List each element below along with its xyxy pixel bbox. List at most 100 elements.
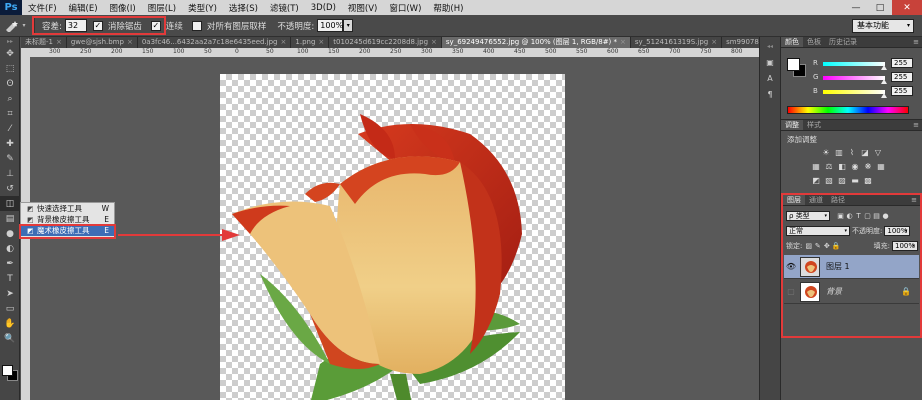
clone-stamp-icon[interactable]: ⊥ xyxy=(0,166,20,181)
shape-tool-icon[interactable]: ▭ xyxy=(0,301,20,316)
menu-select[interactable]: 选择(S) xyxy=(223,2,264,14)
gradient-tool-icon[interactable]: ▤ xyxy=(0,211,20,226)
workspace-select[interactable]: 基本功能 ▾ xyxy=(852,19,914,33)
tab-document[interactable]: 0a3fc46...6432aa2a7c18e6435eed.jpg × xyxy=(137,37,292,48)
move-tool-icon[interactable]: ✥ xyxy=(0,46,20,61)
history-brush-icon[interactable]: ↺ xyxy=(0,181,20,196)
close-tab-icon[interactable]: × xyxy=(127,38,133,46)
menu-edit[interactable]: 编辑(E) xyxy=(63,2,104,14)
tab-document[interactable]: t010245d619cc2208d8.jpg × xyxy=(329,37,442,48)
close-tab-icon[interactable]: × xyxy=(56,38,62,46)
tool-preset-picker[interactable]: ▾ xyxy=(0,20,30,32)
tab-document[interactable]: 未标题-1 × xyxy=(21,37,67,48)
pixel-filter-icon[interactable]: ▣ xyxy=(836,212,845,220)
crop-tool-icon[interactable]: ⌗ xyxy=(0,106,20,121)
collapse-icon[interactable]: ▸▸ xyxy=(0,37,20,46)
brightness-icon[interactable]: ☀ xyxy=(821,148,831,157)
type-tool-icon[interactable]: T xyxy=(0,271,20,286)
hand-tool-icon[interactable]: ✋ xyxy=(0,316,20,331)
menu-window[interactable]: 窗口(W) xyxy=(383,2,427,14)
quick-select-tool-icon[interactable]: ⌕ xyxy=(0,91,20,106)
slider-track[interactable] xyxy=(823,90,885,94)
slider-thumb[interactable] xyxy=(881,65,887,70)
healing-brush-icon[interactable]: ✚ xyxy=(0,136,20,151)
close-tab-icon[interactable]: × xyxy=(281,38,287,46)
tab-styles[interactable]: 样式 xyxy=(803,120,825,130)
close-tab-icon[interactable]: × xyxy=(620,38,626,46)
photo-filter-icon[interactable]: ◉ xyxy=(850,162,860,171)
tab-adjustments[interactable]: 调整 xyxy=(781,120,803,130)
menu-file[interactable]: 文件(F) xyxy=(22,2,63,14)
color-spectrum[interactable] xyxy=(787,106,909,114)
toggle-filter-icon[interactable]: ● xyxy=(881,212,890,220)
channel-value[interactable]: 255 xyxy=(891,86,913,96)
layer-filter-select[interactable]: ρ 类型 ▾ xyxy=(786,210,830,221)
shape-filter-icon[interactable]: ▢ xyxy=(863,212,872,220)
adjustment-filter-icon[interactable]: ◐ xyxy=(845,212,854,220)
menu-3d[interactable]: 3D(D) xyxy=(305,3,342,13)
slider-track[interactable] xyxy=(823,76,885,80)
slider-r[interactable]: R 255 xyxy=(813,58,919,70)
color-lookup-icon[interactable]: ▦ xyxy=(876,162,886,171)
opacity-dropdown-icon[interactable]: ▾ xyxy=(343,19,354,32)
history-icon[interactable]: ▣ xyxy=(760,55,780,69)
menu-type[interactable]: 类型(Y) xyxy=(182,2,223,14)
tab-document[interactable]: sm99078106.jpg× xyxy=(722,37,759,48)
slider-b[interactable]: B 255 xyxy=(813,86,919,98)
maximize-button[interactable]: □ xyxy=(868,0,892,15)
tab-channels[interactable]: 通道 xyxy=(805,195,827,205)
minimize-button[interactable]: — xyxy=(844,0,868,15)
dodge-tool-icon[interactable]: ◐ xyxy=(0,241,20,256)
collapse-icon[interactable]: ◂◂ xyxy=(760,39,780,53)
opacity-input[interactable]: 100% xyxy=(317,19,344,32)
exposure-icon[interactable]: ◪ xyxy=(860,148,870,157)
menu-help[interactable]: 帮助(H) xyxy=(427,2,469,14)
menu-image[interactable]: 图像(I) xyxy=(104,2,142,14)
zoom-tool-icon[interactable]: 🔍 xyxy=(0,331,20,346)
type-filter-icon[interactable]: T xyxy=(854,212,863,220)
tab-layers[interactable]: 图层 xyxy=(783,195,805,205)
tab-document[interactable]: sy_69249476552.jpg @ 100% (图层 1, RGB/8#)… xyxy=(441,37,631,48)
fill-input[interactable]: 100% ▾ xyxy=(892,240,918,251)
lock-all-icon[interactable]: 🔒 xyxy=(831,242,841,250)
channel-value[interactable]: 255 xyxy=(891,72,913,82)
eye-icon[interactable]: ▢ xyxy=(784,287,798,296)
close-button[interactable]: ✕ xyxy=(892,0,922,15)
flyout-item-eraser[interactable]: ◩ 快速选择工具 W xyxy=(21,203,114,214)
blend-mode-select[interactable]: 正常 ▾ xyxy=(786,225,850,236)
color-swatches[interactable] xyxy=(2,365,18,381)
lock-pixels-icon[interactable]: ✎ xyxy=(813,242,822,250)
tab-swatches[interactable]: 色板 xyxy=(803,37,825,47)
selective-color-icon[interactable]: ▩ xyxy=(863,176,873,185)
channel-mixer-icon[interactable]: ❋ xyxy=(863,162,873,171)
close-tab-icon[interactable]: × xyxy=(711,38,717,46)
eyedropper-tool-icon[interactable]: ⁄ xyxy=(0,121,20,136)
panel-menu-icon[interactable]: ≡ xyxy=(913,37,919,48)
foreground-color[interactable] xyxy=(2,365,13,376)
slider-thumb[interactable] xyxy=(881,79,887,84)
layer-row-layer1[interactable]: 👁 图层 1 xyxy=(784,255,919,279)
tab-history[interactable]: 历史记录 xyxy=(825,37,861,47)
smart-filter-icon[interactable]: ▤ xyxy=(872,212,881,220)
curves-icon[interactable]: ⌇ xyxy=(847,148,857,157)
menu-view[interactable]: 视图(V) xyxy=(342,2,383,14)
color-balance-icon[interactable]: ⚖ xyxy=(824,162,834,171)
lock-position-icon[interactable]: ✥ xyxy=(822,242,831,250)
panel-menu-icon[interactable]: ≡ xyxy=(913,120,919,131)
tab-paths[interactable]: 路径 xyxy=(827,195,849,205)
menu-layer[interactable]: 图层(L) xyxy=(142,2,182,14)
character-icon[interactable]: A xyxy=(760,71,780,85)
eye-icon[interactable]: 👁 xyxy=(784,262,798,271)
tab-color[interactable]: 颜色 xyxy=(781,37,803,47)
black-white-icon[interactable]: ◧ xyxy=(837,162,847,171)
foreground-swatch[interactable] xyxy=(787,58,800,71)
vibrance-icon[interactable]: ▽ xyxy=(873,148,883,157)
slider-track[interactable] xyxy=(823,62,885,66)
paragraph-icon[interactable]: ¶ xyxy=(760,87,780,101)
layer-opacity-input[interactable]: 100% ▾ xyxy=(884,225,911,236)
sample-all-checkbox[interactable] xyxy=(191,20,202,31)
posterize-icon[interactable]: ▧ xyxy=(824,176,834,185)
blur-tool-icon[interactable]: ● xyxy=(0,226,20,241)
channel-value[interactable]: 255 xyxy=(891,58,913,68)
hue-saturation-icon[interactable]: ▦ xyxy=(811,162,821,171)
